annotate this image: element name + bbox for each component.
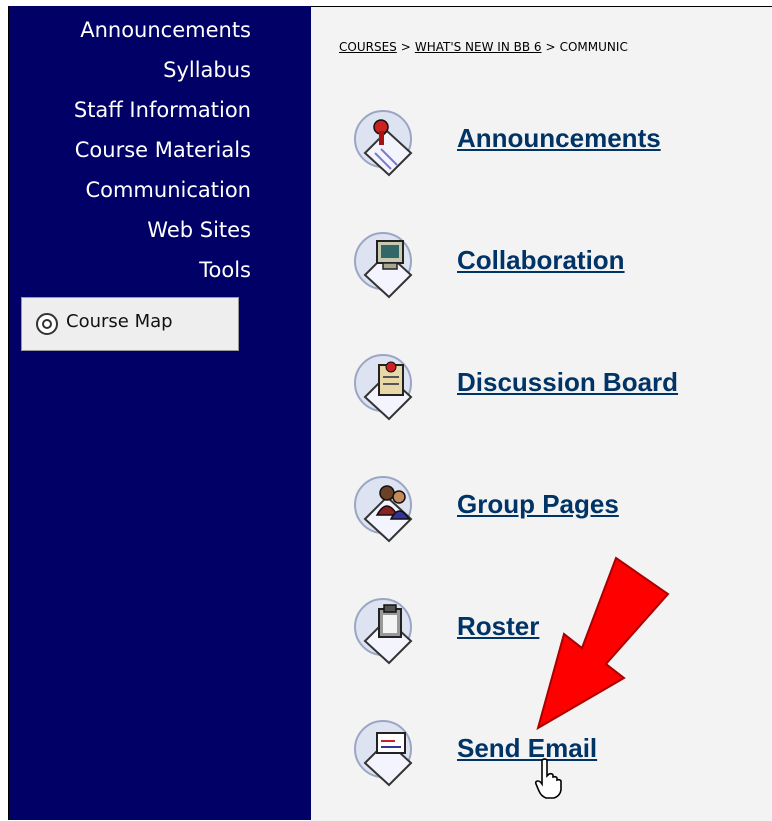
discussion-board-icon[interactable]: [353, 353, 423, 425]
sidebar-item-announcements[interactable]: Announcements: [80, 18, 251, 54]
breadcrumb-courses[interactable]: COURSES: [339, 40, 397, 54]
roster-icon[interactable]: [353, 597, 423, 669]
sidebar-item-tools[interactable]: Tools: [199, 258, 251, 294]
page: Announcements Syllabus Staff Information…: [0, 0, 772, 821]
breadcrumb-separator: >: [400, 40, 411, 54]
course-menu-sidebar: Announcements Syllabus Staff Information…: [8, 6, 311, 820]
sidebar-item-communication[interactable]: Communication: [85, 178, 251, 214]
tool-row-discussion-board: Discussion Board: [353, 353, 753, 425]
breadcrumb: COURSES > WHAT'S NEW IN BB 6 > COMMUNIC: [339, 40, 628, 60]
announcements-link[interactable]: Announcements: [457, 123, 661, 154]
sidebar-item-course-materials[interactable]: Course Materials: [75, 138, 251, 174]
tool-row-group-pages: Group Pages: [353, 475, 753, 547]
course-map-button[interactable]: Course Map: [21, 297, 239, 351]
breadcrumb-current: COMMUNIC: [559, 40, 628, 54]
send-email-icon[interactable]: [353, 719, 423, 791]
discussion-board-link[interactable]: Discussion Board: [457, 367, 678, 398]
roster-link[interactable]: Roster: [457, 611, 539, 642]
course-map-label: Course Map: [66, 311, 173, 332]
red-arrow-icon: [536, 556, 670, 731]
sidebar-item-syllabus[interactable]: Syllabus: [163, 58, 251, 94]
announcements-icon[interactable]: [353, 109, 423, 181]
course-map-icon: [36, 313, 58, 335]
collaboration-link[interactable]: Collaboration: [457, 245, 625, 276]
send-email-link[interactable]: Send Email: [457, 733, 597, 764]
tool-row-collaboration: Collaboration: [353, 231, 753, 303]
group-pages-icon[interactable]: [353, 475, 423, 547]
breadcrumb-whats-new[interactable]: WHAT'S NEW IN BB 6: [415, 40, 542, 54]
collaboration-icon[interactable]: [353, 231, 423, 303]
sidebar-item-staff-information[interactable]: Staff Information: [74, 98, 251, 134]
sidebar-item-web-sites[interactable]: Web Sites: [147, 218, 251, 254]
tool-row-announcements: Announcements: [353, 109, 753, 181]
hand-cursor-icon: [534, 758, 562, 799]
group-pages-link[interactable]: Group Pages: [457, 489, 619, 520]
breadcrumb-separator: >: [545, 40, 556, 54]
